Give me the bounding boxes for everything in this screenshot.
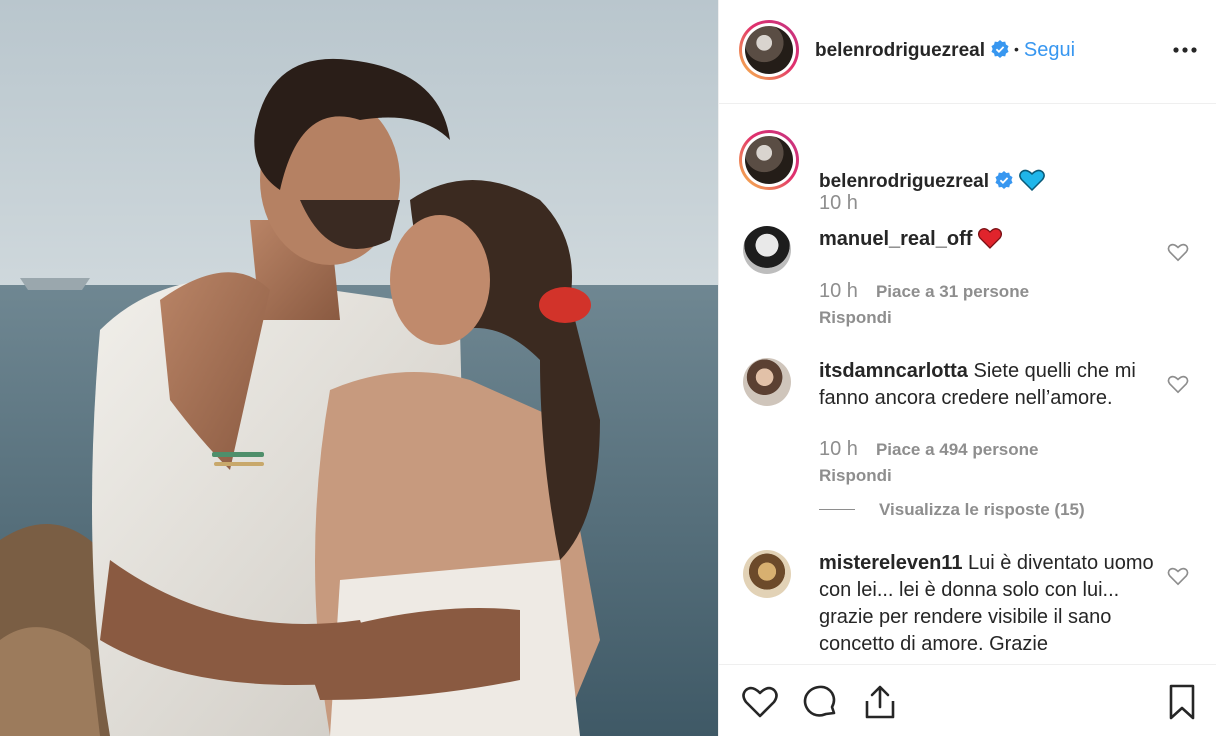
red-heart-emoji: [978, 227, 1003, 249]
commenter-username[interactable]: itsdamncarlotta: [819, 360, 968, 382]
couple-photo-illustration: [0, 0, 718, 736]
comment-timestamp: 10 h: [819, 280, 858, 302]
commenter-username[interactable]: mistereleven11: [819, 552, 962, 574]
heart-icon[interactable]: [1167, 566, 1189, 586]
caption-username[interactable]: belenrodriguezreal: [819, 171, 989, 192]
comment-body: mistereleven11 Lui è diventato uomo con …: [819, 550, 1159, 658]
comment-body: itsdamncarlotta Siete quelli che mi fann…: [819, 358, 1159, 412]
caption-timestamp: 10 h: [819, 192, 858, 214]
share-icon[interactable]: [861, 683, 899, 721]
author-username[interactable]: belenrodriguezreal: [815, 40, 985, 61]
comment-timestamp: 10 h: [819, 438, 858, 460]
post-sidebar: belenrodriguezreal • Segui belenrodriguezr…: [718, 0, 1216, 736]
replies-divider: [819, 509, 855, 510]
comment-body: manuel_real_off: [819, 226, 1159, 253]
verified-badge-icon: [995, 171, 1013, 189]
comment-likes[interactable]: Piace a 31 persone: [876, 282, 1029, 301]
post-actions-bar: [719, 664, 1216, 736]
reply-button[interactable]: Rispondi: [819, 466, 892, 486]
commenter-avatar[interactable]: [743, 358, 791, 406]
separator-dot: •: [1014, 41, 1019, 57]
follow-button[interactable]: Segui: [1024, 39, 1075, 61]
heart-icon[interactable]: [1167, 374, 1189, 394]
like-icon[interactable]: [741, 683, 779, 721]
author-avatar[interactable]: [739, 20, 799, 80]
view-replies-button[interactable]: Visualizza le risposte (15): [819, 500, 1085, 520]
heart-icon[interactable]: [1167, 242, 1189, 262]
caption-avatar[interactable]: [739, 130, 799, 190]
comment-likes[interactable]: Piace a 494 persone: [876, 440, 1039, 459]
post-header: belenrodriguezreal • Segui: [719, 0, 1216, 104]
comment-icon[interactable]: [801, 683, 839, 721]
bookmark-icon[interactable]: [1163, 683, 1201, 721]
post-photo[interactable]: [0, 0, 718, 736]
comments-list[interactable]: belenrodriguezreal 10 h manuel_real_off …: [719, 104, 1216, 664]
header-user-line: belenrodriguezreal • Segui: [815, 39, 1075, 62]
commenter-avatar[interactable]: [743, 550, 791, 598]
commenter-username[interactable]: manuel_real_off: [819, 228, 972, 250]
reply-button[interactable]: Rispondi: [819, 308, 892, 328]
caption-text: belenrodriguezreal: [819, 169, 1045, 193]
comment-meta: 10 h Piace a 494 persone: [819, 438, 1038, 461]
blue-heart-emoji: [1019, 169, 1045, 191]
verified-badge-icon: [991, 40, 1009, 58]
view-replies-label: Visualizza le risposte (15): [879, 500, 1085, 519]
comment-meta: 10 h Piace a 31 persone: [819, 280, 1029, 303]
more-options-icon[interactable]: [1171, 38, 1199, 62]
commenter-avatar[interactable]: [743, 226, 791, 274]
